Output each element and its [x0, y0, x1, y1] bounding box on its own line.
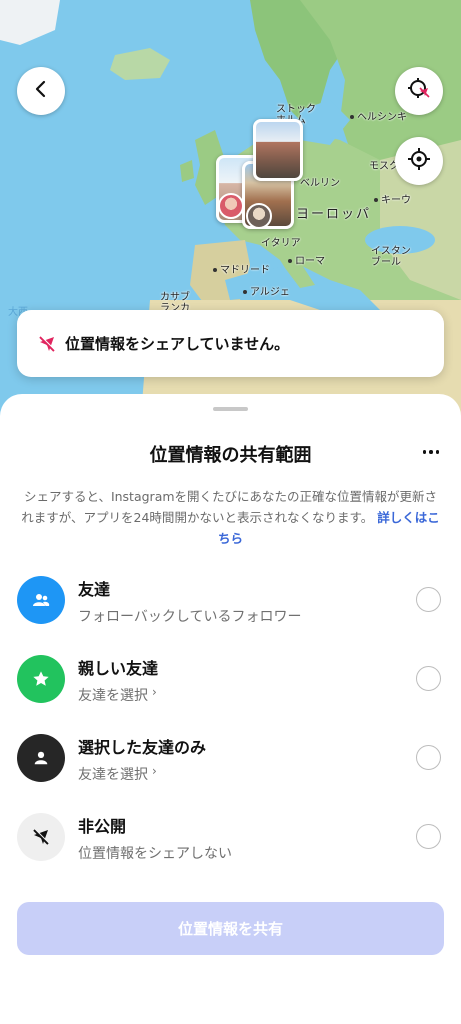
option-subtitle: 位置情報をシェアしない: [78, 846, 232, 862]
location-off-icon: [37, 334, 57, 354]
option-radio[interactable]: [416, 587, 441, 612]
select-friends-link[interactable]: 友達を選択 ›: [78, 685, 157, 705]
sheet-title: 位置情報の共有範囲: [149, 445, 312, 466]
location-off-icon: [406, 76, 432, 106]
option-radio[interactable]: [416, 666, 441, 691]
locate-me-button[interactable]: [395, 137, 443, 185]
friends-icon: [17, 576, 65, 624]
ghost-mode-button[interactable]: [395, 67, 443, 115]
toast-text: 位置情報をシェアしていません。: [65, 335, 290, 353]
person-icon: [17, 734, 65, 782]
option-selected-friends[interactable]: 選択した友達のみ 友達を選択 ›: [0, 734, 461, 804]
map-label-europe: ヨーロッパ: [296, 207, 372, 222]
star-icon: [17, 655, 65, 703]
option-title: 親しい友達: [78, 659, 159, 678]
location-status-toast: 位置情報をシェアしていません。: [17, 310, 444, 377]
option-radio[interactable]: [416, 824, 441, 849]
option-friends[interactable]: 友達 フォローバックしているフォロワー: [0, 576, 461, 646]
sheet-drag-handle[interactable]: [213, 407, 248, 411]
map-label-berlin: ベルリン: [300, 178, 340, 189]
map-label-madrid: マドリード: [213, 261, 270, 276]
friend-avatar[interactable]: [218, 193, 244, 219]
share-location-button[interactable]: 位置情報を共有: [17, 902, 444, 955]
more-dots-icon: [422, 450, 427, 454]
map-photo-pin[interactable]: [253, 119, 303, 181]
more-options-button[interactable]: [418, 440, 444, 464]
location-off-icon: [17, 813, 65, 861]
chevron-right-icon: ›: [152, 685, 157, 699]
map-label-rome: ローマ: [288, 252, 325, 267]
back-button[interactable]: [17, 67, 65, 115]
select-friends-link[interactable]: 友達を選択 ›: [78, 764, 157, 784]
map-label-istanbul: イスタン ブール: [371, 246, 411, 268]
chevron-left-icon: [31, 79, 51, 103]
option-title: 選択した友達のみ: [78, 738, 207, 757]
option-radio[interactable]: [416, 745, 441, 770]
map-label-kyiv: キーウ: [374, 191, 411, 206]
map-label-algiers: アルジェ: [243, 283, 290, 298]
option-title: 非公開: [78, 817, 127, 836]
option-close-friends[interactable]: 親しい友達 友達を選択 ›: [0, 655, 461, 725]
map-label-helsinki: ヘルシンキ: [350, 108, 407, 123]
share-scope-sheet: 位置情報の共有範囲 シェアすると、Instagramを開くたびにあなたの正確な位…: [0, 394, 461, 1024]
option-title: 友達: [78, 580, 111, 599]
option-subtitle: フォローバックしているフォロワー: [78, 609, 302, 625]
map-label-italy: イタリア: [261, 238, 301, 249]
friend-avatar[interactable]: [246, 203, 272, 229]
sheet-description: シェアすると、Instagramを開くたびにあなたの正確な位置情報が更新されます…: [21, 489, 440, 546]
chevron-right-icon: ›: [152, 764, 157, 778]
option-private[interactable]: 非公開 位置情報をシェアしない: [0, 813, 461, 883]
crosshair-icon: [407, 147, 431, 175]
